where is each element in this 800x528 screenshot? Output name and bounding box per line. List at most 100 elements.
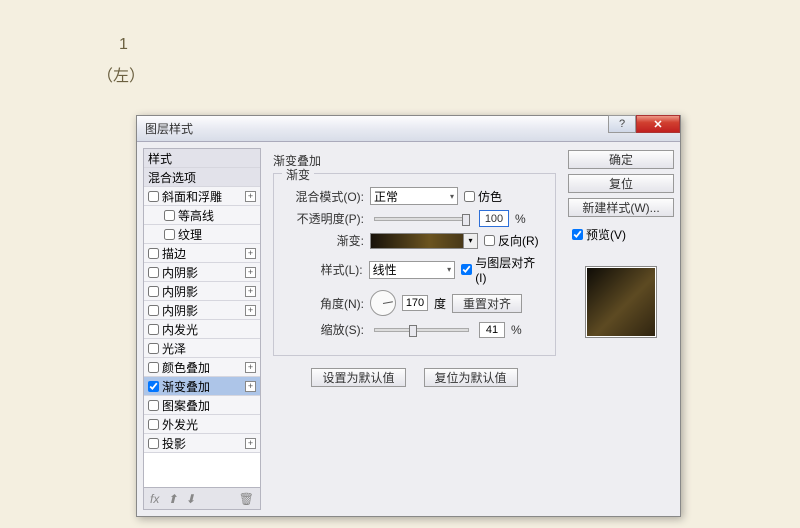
reverse-checkbox[interactable] (484, 235, 495, 246)
reset-align-button[interactable]: 重置对齐 (452, 294, 522, 313)
angle-label: 角度(N): (284, 295, 364, 312)
blend-mode-label: 混合模式(O): (284, 188, 364, 205)
align-layer-checkbox[interactable] (461, 264, 472, 275)
sidebar-item[interactable]: 描边 + (144, 244, 260, 263)
sidebar-item-label: 外发光 (162, 416, 198, 433)
settings-panel: 渐变叠加 渐变 混合模式(O): 正常▾ 仿色 不透明度(P): % 渐变: ▾ (267, 148, 562, 510)
sidebar-item[interactable]: 内发光 (144, 320, 260, 339)
sidebar-item[interactable]: 纹理 (144, 225, 260, 244)
angle-dial[interactable] (370, 290, 396, 316)
sidebar-item[interactable]: 光泽 (144, 339, 260, 358)
plus-icon[interactable]: + (245, 248, 256, 259)
plus-icon[interactable]: + (245, 305, 256, 316)
ok-button[interactable]: 确定 (568, 150, 674, 169)
style-checkbox[interactable] (148, 305, 159, 316)
sidebar-item[interactable]: 斜面和浮雕 + (144, 187, 260, 206)
sidebar-item-label: 渐变叠加 (162, 378, 210, 395)
style-checkbox[interactable] (164, 210, 175, 221)
arrow-up-icon[interactable]: ⬆ (167, 492, 177, 506)
plus-icon[interactable]: + (245, 438, 256, 449)
titlebar[interactable]: 图层样式 ? ✕ (137, 116, 680, 142)
new-style-button[interactable]: 新建样式(W)... (568, 198, 674, 217)
style-checkbox[interactable] (148, 248, 159, 259)
sidebar-item[interactable]: 外发光 (144, 415, 260, 434)
scale-unit: % (511, 323, 522, 337)
reverse-label: 反向(R) (498, 232, 539, 249)
sidebar-item-label: 描边 (162, 245, 186, 262)
style-select[interactable]: 线性▾ (369, 261, 456, 279)
style-checkbox[interactable] (148, 400, 159, 411)
sidebar-item[interactable]: 颜色叠加 + (144, 358, 260, 377)
plus-icon[interactable]: + (245, 191, 256, 202)
trash-icon[interactable]: 🗑 (239, 492, 254, 506)
opacity-input[interactable] (479, 210, 509, 227)
scale-input[interactable] (479, 322, 505, 338)
arrow-down-icon[interactable]: ⬇ (185, 492, 195, 506)
preview-checkbox[interactable] (572, 229, 583, 240)
sidebar-item[interactable]: 内阴影+ (144, 301, 260, 320)
sidebar-item-label: 斜面和浮雕 (162, 188, 222, 205)
style-checkbox[interactable] (148, 343, 159, 354)
plus-icon[interactable]: + (245, 362, 256, 373)
set-default-button[interactable]: 设置为默认值 (311, 368, 405, 387)
sidebar-item-label: 内发光 (162, 321, 198, 338)
sidebar-footer: fx ⬆ ⬇ 🗑 (144, 487, 260, 509)
reset-default-button[interactable]: 复位为默认值 (424, 368, 518, 387)
close-button[interactable]: ✕ (636, 115, 680, 133)
sidebar-item-label: 内阴影 (162, 264, 198, 281)
blend-mode-select[interactable]: 正常▾ (370, 187, 458, 205)
page-number: 1 (119, 36, 128, 54)
page-label: （左） (97, 62, 145, 86)
slider-thumb[interactable] (462, 214, 470, 226)
sidebar-item[interactable]: 图案叠加 (144, 396, 260, 415)
opacity-label: 不透明度(P): (284, 210, 364, 227)
sidebar-item-label: 光泽 (162, 340, 186, 357)
style-checkbox[interactable] (148, 267, 159, 278)
sidebar-item[interactable]: 等高线 (144, 206, 260, 225)
sidebar-item-label: 等高线 (178, 207, 214, 224)
preview-label: 预览(V) (586, 226, 626, 243)
style-checkbox[interactable] (148, 438, 159, 449)
style-checkbox[interactable] (148, 419, 159, 430)
align-layer-label: 与图层对齐(I) (475, 254, 545, 285)
sidebar-item-label: 内阴影 (162, 283, 198, 300)
opacity-unit: % (515, 212, 526, 226)
chevron-down-icon[interactable]: ▾ (463, 234, 477, 248)
gradient-picker[interactable]: ▾ (370, 233, 478, 249)
plus-icon[interactable]: + (245, 267, 256, 278)
sidebar-item[interactable]: 投影+ (144, 434, 260, 453)
dither-checkbox[interactable] (464, 191, 475, 202)
scale-slider[interactable] (374, 328, 469, 332)
sidebar-header[interactable]: 样式 (144, 149, 260, 168)
panel-title: 渐变叠加 (273, 152, 556, 169)
angle-unit: 度 (434, 295, 446, 312)
cancel-button[interactable]: 复位 (568, 174, 674, 193)
angle-input[interactable] (402, 295, 428, 311)
opacity-slider[interactable] (374, 217, 469, 221)
fx-icon[interactable]: fx (150, 492, 159, 506)
plus-icon[interactable]: + (245, 381, 256, 392)
chevron-down-icon: ▾ (450, 192, 454, 201)
gradient-label: 渐变: (284, 232, 364, 249)
style-checkbox[interactable] (148, 362, 159, 373)
right-panel: 确定 复位 新建样式(W)... 预览(V) (568, 148, 674, 510)
dither-label: 仿色 (478, 188, 502, 205)
sidebar-item-label: 颜色叠加 (162, 359, 210, 376)
sidebar-blend-options[interactable]: 混合选项 (144, 168, 260, 187)
style-checkbox[interactable] (148, 286, 159, 297)
chevron-down-icon: ▾ (447, 265, 451, 274)
style-label: 样式(L): (284, 261, 363, 278)
style-checkbox[interactable] (148, 191, 159, 202)
style-checkbox[interactable] (148, 324, 159, 335)
sidebar-item[interactable]: 内阴影 + (144, 263, 260, 282)
slider-thumb[interactable] (409, 325, 417, 337)
sidebar-item[interactable]: 内阴影 + (144, 282, 260, 301)
plus-icon[interactable]: + (245, 286, 256, 297)
sidebar-item[interactable]: 渐变叠加 + (144, 377, 260, 396)
sidebar-item-label: 纹理 (178, 226, 202, 243)
styles-sidebar: 样式 混合选项 斜面和浮雕+等高线纹理描边+内阴影+内阴影+内阴影+内发光光泽颜… (143, 148, 261, 510)
style-checkbox[interactable] (164, 229, 175, 240)
layer-style-dialog: 图层样式 ? ✕ 样式 混合选项 斜面和浮雕+等高线纹理描边+内阴影+内阴影+内… (136, 115, 681, 517)
style-checkbox[interactable] (148, 381, 159, 392)
help-button[interactable]: ? (608, 115, 636, 133)
